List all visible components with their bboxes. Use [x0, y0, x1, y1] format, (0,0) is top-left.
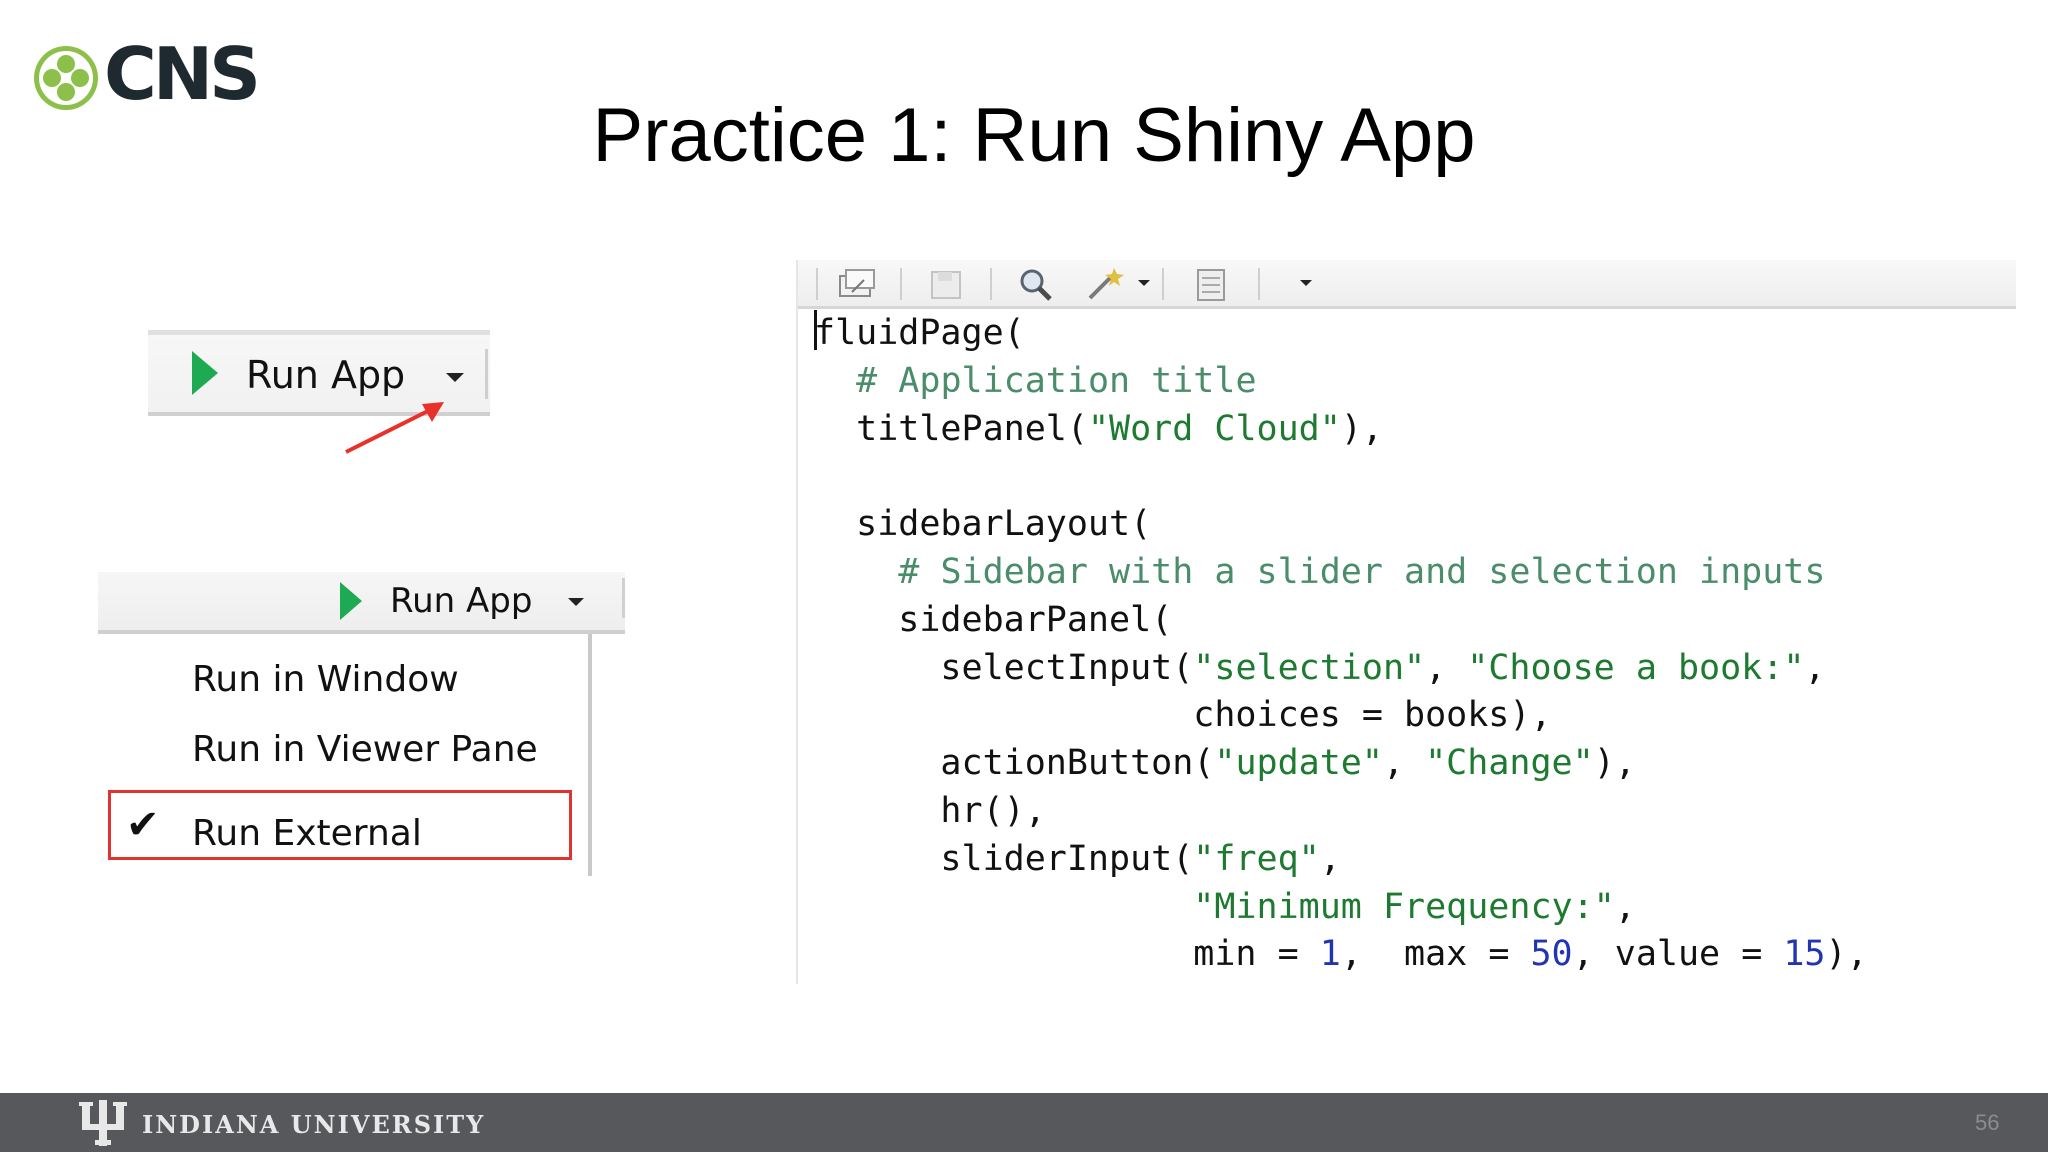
code-line: titlePanel("Word Cloud"), [814, 408, 1383, 449]
magic-wand-icon[interactable] [1084, 266, 1130, 304]
show-in-window-icon[interactable] [834, 266, 880, 302]
code-line: sidebarPanel( [814, 599, 1173, 640]
code-line: "Minimum Frequency:", [1193, 886, 1636, 927]
menu-item-run-in-window[interactable]: Run in Window [192, 658, 459, 702]
search-icon[interactable] [1016, 266, 1058, 304]
text-cursor [814, 310, 817, 350]
code-line: selectInput("selection", "Choose a book:… [814, 647, 1826, 688]
run-app-button[interactable]: Run App [390, 578, 532, 624]
menu-item-run-in-viewer-pane[interactable]: Run in Viewer Pane [192, 728, 538, 772]
code-line: min = 1, max = 50, value = 15), [814, 934, 1868, 975]
play-icon[interactable] [192, 351, 218, 395]
toolbar-separator [622, 578, 625, 618]
toolbar-separator [1162, 268, 1164, 300]
red-arrow-annotation [345, 402, 444, 454]
editor-toolbar [798, 260, 2016, 309]
menu-item-run-external[interactable]: Run External [192, 812, 422, 856]
toolbar-separator [990, 268, 992, 300]
checkmark-icon: ✔ [126, 802, 160, 848]
toolbar-separator [1258, 268, 1260, 300]
notebook-icon[interactable] [1190, 266, 1232, 304]
iu-trident-icon [79, 1100, 127, 1146]
run-options-menu: Run in Window Run in Viewer Pane ✔ Run E… [98, 634, 592, 876]
page-number: 56 [1975, 1110, 2000, 1135]
play-icon[interactable] [340, 582, 362, 620]
code-line: sidebarLayout( [814, 504, 1152, 545]
university-name: INDIANA UNIVERSITY [142, 1110, 486, 1139]
toolbar-separator [816, 268, 818, 300]
code-line: sliderInput("freq", [814, 838, 1341, 879]
caret-down-icon[interactable] [568, 598, 584, 606]
save-icon[interactable] [926, 266, 966, 302]
code-line: hr(), [814, 790, 1046, 831]
code-line: choices = books), [814, 695, 1552, 736]
code-line: actionButton("update", "Change"), [814, 743, 1636, 784]
code-text[interactable]: fluidPage( # Application title titlePane… [814, 310, 1868, 979]
toolbar-separator [900, 268, 902, 300]
toolbar-separator [485, 349, 488, 399]
run-app-toolbar-expanded: Run App [98, 572, 625, 634]
code-line: # Sidebar with a slider and selection in… [898, 551, 1826, 592]
slide-title: Practice 1: Run Shiny App [592, 93, 1476, 178]
caret-down-icon[interactable] [1138, 280, 1150, 286]
caret-down-icon[interactable] [1300, 280, 1312, 286]
caret-down-icon[interactable] [446, 373, 464, 382]
code-line: # Application title [856, 360, 1257, 401]
code-editor[interactable]: fluidPage( # Application title titlePane… [796, 260, 2016, 984]
code-line: fluidPage( [814, 313, 1025, 353]
